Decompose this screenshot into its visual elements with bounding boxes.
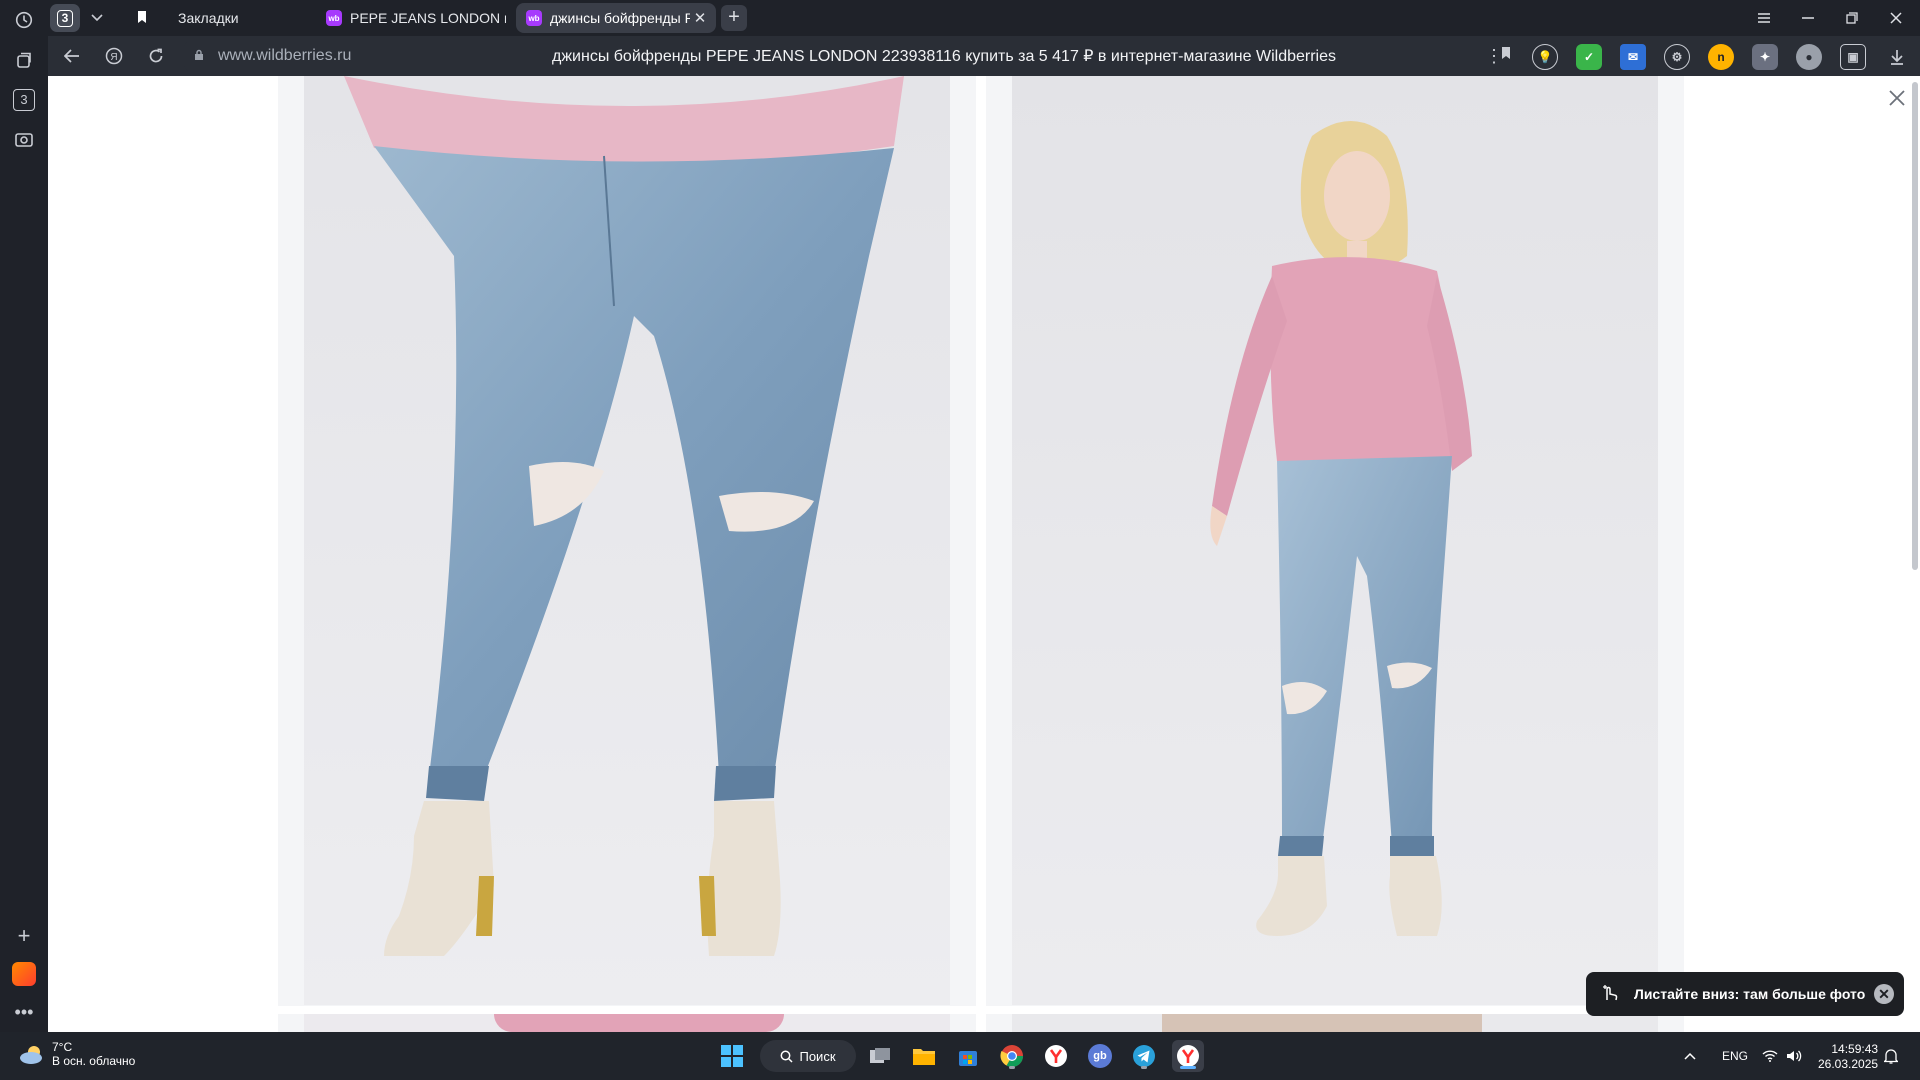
back-icon[interactable]	[56, 42, 88, 70]
photo-card-next-left[interactable]	[278, 1014, 976, 1032]
lock-icon	[194, 49, 210, 64]
running-indicator	[1009, 1066, 1015, 1069]
search-icon	[781, 1050, 794, 1063]
cloud-icon	[20, 1046, 42, 1064]
coin-extension-icon[interactable]: n	[1708, 44, 1734, 70]
store-icon[interactable]	[952, 1040, 984, 1072]
sweater-peek	[494, 1014, 784, 1032]
bookmarks-icon	[136, 10, 148, 27]
gb-app-icon[interactable]: gb	[1084, 1040, 1116, 1072]
skin-peek	[1162, 1014, 1482, 1032]
toast-text: Листайте вниз: там больше фото	[1634, 986, 1866, 1002]
photo-card-right[interactable]	[986, 76, 1684, 1006]
wb-favicon: wb	[526, 10, 542, 26]
close-tab-icon[interactable]: ✕	[690, 9, 710, 27]
jeans-closeup-photo	[304, 76, 950, 1005]
history-icon[interactable]	[8, 4, 40, 36]
photo-viewer: Листайте вниз: там больше фото ✕	[48, 76, 1920, 1032]
tab-active-jeans[interactable]: wb джинсы бойфренды PE ✕	[516, 3, 716, 33]
more-icon[interactable]: •••	[8, 996, 40, 1028]
download-icon[interactable]	[1884, 44, 1910, 70]
running-indicator	[1180, 1066, 1196, 1069]
notifications-icon[interactable]	[1884, 1032, 1898, 1080]
windows-start-icon[interactable]	[716, 1040, 748, 1072]
mail-extension-icon[interactable]: ✉	[1620, 44, 1646, 70]
tab-badge-icon[interactable]: 3	[8, 84, 40, 116]
address-bar[interactable]: www.wildberries.ru джинсы бойфренды PEPE…	[184, 40, 1530, 72]
puzzle-extension-icon[interactable]: ✦	[1752, 44, 1778, 70]
weather-widget[interactable]: 7°C В осн. облачно	[18, 1040, 135, 1068]
page-title: джинсы бойфренды PEPE JEANS LONDON 22393…	[552, 48, 1336, 65]
screenshot-icon[interactable]	[8, 124, 40, 156]
close-window-icon[interactable]	[1874, 0, 1918, 36]
pack-tile	[12, 962, 36, 986]
swipe-hand-icon	[1600, 982, 1624, 1007]
tab-count-button[interactable]: 3	[50, 4, 80, 32]
wb-favicon: wb	[326, 10, 342, 26]
tab-bar: 3 Закладки wb PEPE JEANS LONDON вес wb д…	[48, 0, 1920, 36]
tray-chevron-icon[interactable]	[1684, 1032, 1696, 1080]
model-full-photo	[1012, 76, 1658, 1005]
minimize-icon[interactable]	[1786, 0, 1830, 36]
weather-temp: 7°C	[52, 1040, 73, 1054]
yandex-browser-icon[interactable]	[1040, 1040, 1072, 1072]
toast-close-icon[interactable]: ✕	[1874, 984, 1894, 1004]
tab-bookmarks[interactable]: Закладки	[126, 3, 326, 33]
lamp-extension-icon[interactable]: 💡	[1532, 44, 1558, 70]
taskbar-search[interactable]: Поиск	[760, 1040, 856, 1072]
photo-card-left[interactable]	[278, 76, 976, 1006]
kebab-menu-icon[interactable]: ⋮	[1478, 42, 1510, 70]
collections-icon[interactable]	[8, 44, 40, 76]
task-view-icon[interactable]	[864, 1040, 896, 1072]
svg-text:Я: Я	[110, 52, 117, 63]
clock[interactable]: 14:59:43 26.03.2025	[1818, 1042, 1878, 1072]
language-indicator[interactable]: ENG	[1722, 1032, 1748, 1080]
shield-extension-icon[interactable]: ✓	[1576, 44, 1602, 70]
file-explorer-icon[interactable]	[908, 1040, 940, 1072]
url-host: www.wildberries.ru	[218, 47, 352, 64]
telegram-icon[interactable]	[1128, 1040, 1160, 1072]
settings-extension-icon[interactable]: ⚙	[1664, 44, 1690, 70]
tab-pepe-jeans[interactable]: wb PEPE JEANS LONDON вес	[316, 3, 506, 33]
yandex-icon[interactable]: Я	[98, 42, 130, 70]
yandex-active-icon[interactable]	[1172, 1040, 1204, 1072]
menu-icon[interactable]	[1742, 0, 1786, 36]
alice-pack-icon[interactable]	[8, 958, 40, 990]
next-photo-left	[304, 1014, 950, 1032]
close-viewer-icon[interactable]	[1884, 86, 1910, 112]
screen: 3 + ••• 3 Закладки wb PEPE JEANS LONDON …	[0, 0, 1920, 1080]
reload-icon[interactable]	[140, 42, 172, 70]
chevron-down-icon[interactable]	[84, 6, 110, 30]
chrome-icon[interactable]	[996, 1040, 1028, 1072]
windows-taskbar: 7°C В осн. облачно Поиск gb ENG 14:59:43…	[0, 1032, 1920, 1080]
photo-card-next-right[interactable]	[986, 1014, 1684, 1032]
add-icon[interactable]: +	[8, 920, 40, 952]
wallet-extension-icon[interactable]: ▣	[1840, 44, 1866, 70]
navigation-bar: Я www.wildberries.ru джинсы бойфренды PE…	[48, 36, 1920, 76]
circle-extension-icon[interactable]: ●	[1796, 44, 1822, 70]
next-photo-right	[1012, 1014, 1658, 1032]
volume-icon[interactable]	[1786, 1032, 1802, 1080]
scrollbar-thumb[interactable]	[1912, 82, 1918, 570]
new-tab-button[interactable]: +	[721, 5, 747, 31]
browser-sidebar: 3 + •••	[0, 0, 48, 1032]
scroll-hint-toast: Листайте вниз: там больше фото ✕	[1586, 972, 1904, 1016]
running-indicator	[1141, 1066, 1147, 1069]
weather-desc: В осн. облачно	[52, 1054, 136, 1068]
restore-icon[interactable]	[1830, 0, 1874, 36]
wifi-icon[interactable]	[1762, 1032, 1778, 1080]
